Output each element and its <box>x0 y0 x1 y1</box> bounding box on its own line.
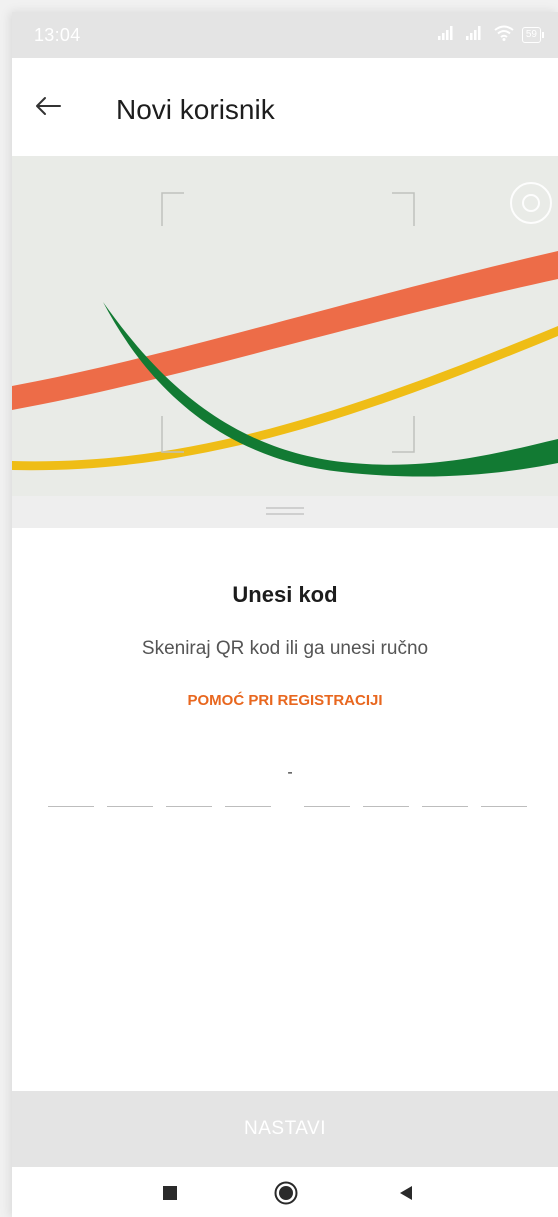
signal-icon <box>437 25 458 45</box>
system-back-button[interactable] <box>394 1183 418 1207</box>
code-slot-6[interactable] <box>363 806 409 807</box>
system-nav-bar <box>12 1167 558 1217</box>
code-slot-3[interactable] <box>166 806 212 807</box>
yellow-stripe <box>12 326 558 471</box>
camera-settings-button[interactable] <box>506 178 556 228</box>
battery-tip <box>542 32 544 38</box>
page-title: Novi korisnik <box>116 94 275 125</box>
signal-icon <box>465 25 486 45</box>
orange-stripe <box>12 251 558 410</box>
continue-button[interactable]: NASTAVI <box>12 1091 558 1167</box>
code-slot-5[interactable] <box>304 806 350 807</box>
code-subtitle: Skeniraj QR kod ili ga unesi ručno <box>141 638 429 659</box>
code-input[interactable]: - <box>48 764 528 812</box>
code-title: Unesi kod <box>232 582 338 607</box>
status-bar: 13:04 59 <box>12 12 558 58</box>
home-circle-icon <box>274 1181 298 1210</box>
code-slot-7[interactable] <box>422 806 468 807</box>
code-slot-1[interactable] <box>48 806 94 807</box>
phone-screen: 13:04 59 Novi korisnik Unesi kod Skenira… <box>12 12 558 1217</box>
home-button[interactable] <box>274 1181 298 1210</box>
code-slot-2[interactable] <box>107 806 153 807</box>
app-bar: Novi korisnik <box>12 58 558 156</box>
drag-handle-icon[interactable] <box>266 507 304 515</box>
arrow-left-icon <box>35 96 61 121</box>
code-slot-4[interactable] <box>225 806 271 807</box>
status-icons: 59 <box>437 25 544 46</box>
back-triangle-icon <box>397 1184 415 1207</box>
registration-help-link[interactable]: POMOĆ PRI REGISTRACIJI <box>12 692 558 709</box>
back-button[interactable] <box>28 88 68 128</box>
qr-scanner-preview <box>12 156 558 496</box>
battery-icon: 59 <box>521 27 544 43</box>
wifi-icon <box>494 25 514 46</box>
bottom-sheet-drag-bar[interactable] <box>12 496 558 528</box>
code-separator: - <box>287 764 293 781</box>
recents-square-icon <box>161 1184 179 1207</box>
scanner-image <box>12 192 558 477</box>
status-time: 13:04 <box>34 25 81 45</box>
recents-button[interactable] <box>158 1183 182 1207</box>
battery-level: 59 <box>521 27 541 43</box>
code-slot-8[interactable] <box>481 806 527 807</box>
